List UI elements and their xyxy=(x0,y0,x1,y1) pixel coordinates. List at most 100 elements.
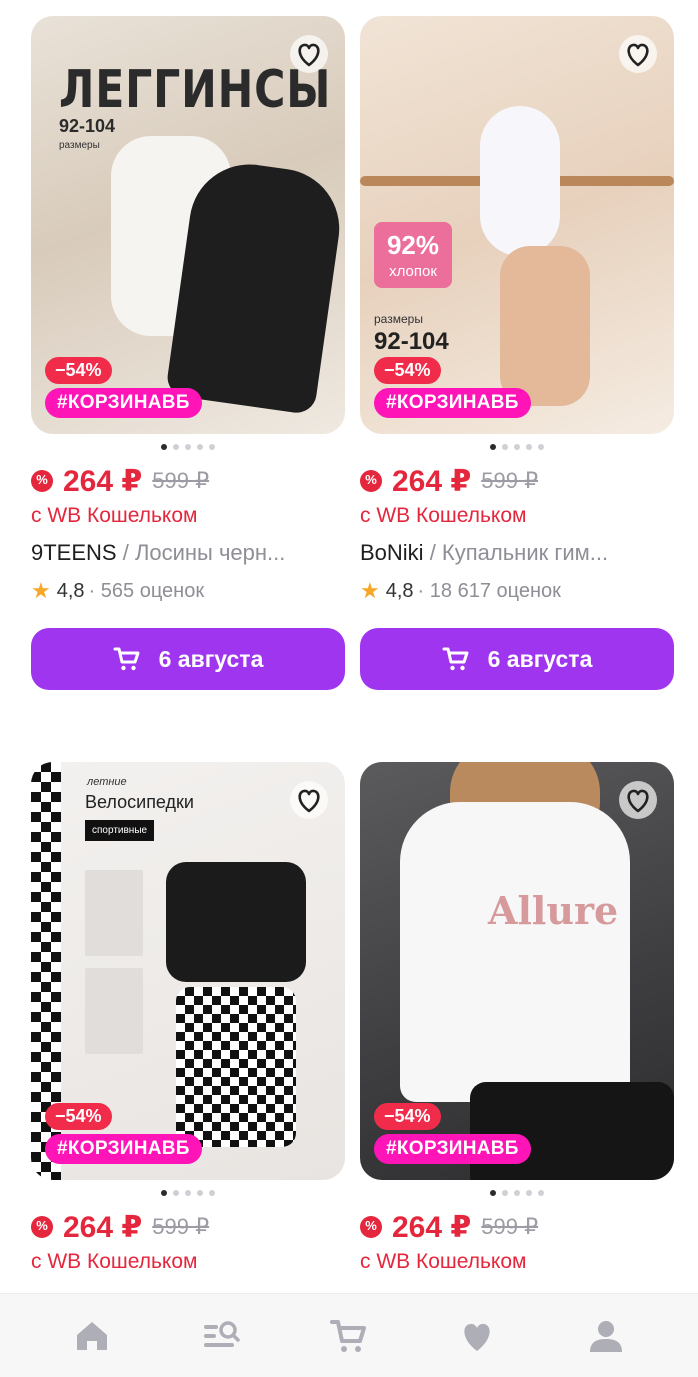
delivery-date: 6 августа xyxy=(158,645,264,672)
pager-dot xyxy=(490,444,496,450)
discount-badge: −54% xyxy=(374,357,441,384)
promo-badge: #КОРЗИНАВБ xyxy=(374,388,531,418)
image-sizes-label: размеры xyxy=(374,312,423,326)
promo-badge: #КОРЗИНАВБ xyxy=(45,388,202,418)
price: 264 ₽ xyxy=(392,464,472,498)
image-summer-label: летние xyxy=(87,776,127,788)
nav-profile[interactable] xyxy=(576,1306,636,1366)
pager-dot xyxy=(185,444,191,450)
pager-dot xyxy=(502,1190,508,1196)
cotton-percent: 92% xyxy=(386,230,440,260)
cart-icon xyxy=(113,647,140,671)
reviews-text: 565 оценок xyxy=(100,579,205,602)
wallet-discount-icon xyxy=(31,470,53,492)
nav-favorites[interactable] xyxy=(447,1306,507,1366)
pager-dot xyxy=(514,1190,520,1196)
wallet-note: с WB Кошельком xyxy=(31,1250,198,1273)
favorite-heart-icon[interactable] xyxy=(289,34,329,74)
pager-dot xyxy=(538,1190,544,1196)
mini-photo xyxy=(85,870,143,956)
pager-dot xyxy=(185,1190,191,1196)
wallet-note: с WB Кошельком xyxy=(360,1250,527,1273)
badges: −54% #КОРЗИНАВБ xyxy=(374,1103,531,1164)
product-photo[interactable]: летние Велосипедки спортивные −54% #КОРЗ… xyxy=(31,762,345,1180)
wallet-discount-icon xyxy=(360,1216,382,1238)
image-title: Велосипедки xyxy=(85,792,194,812)
image-tag: спортивные xyxy=(85,820,155,841)
old-price: 599 ₽ xyxy=(152,468,210,493)
favorite-heart-icon[interactable] xyxy=(618,780,658,820)
discount-badge: −54% xyxy=(374,1103,441,1130)
image-pager xyxy=(360,444,674,452)
pager-dot xyxy=(173,444,179,450)
image-sizes-label: размеры xyxy=(59,140,100,151)
product-card[interactable]: Allure −54% #КОРЗИНАВБ 264 ₽ 599 ₽ с WB … xyxy=(360,762,674,1274)
pager-dot xyxy=(161,444,167,450)
model-top xyxy=(166,862,306,982)
image-pager xyxy=(360,1190,674,1198)
home-icon xyxy=(77,1321,108,1350)
price: 264 ₽ xyxy=(63,1210,143,1244)
brand: BoNiki xyxy=(360,540,424,565)
cotton-badge: 92% хлопок xyxy=(374,222,452,288)
nav-home[interactable] xyxy=(62,1306,122,1366)
rating-value: 4,8 xyxy=(56,579,85,602)
price: 264 ₽ xyxy=(63,464,143,498)
price: 264 ₽ xyxy=(392,1210,472,1244)
product-photo[interactable]: ЛЕГГИНСЫ 92-104 размеры −54% #КОРЗИНАВБ xyxy=(31,16,345,434)
old-price: 599 ₽ xyxy=(152,1214,210,1239)
pager-dot xyxy=(514,444,520,450)
discount-badge: −54% xyxy=(45,1103,112,1130)
favorite-heart-icon[interactable] xyxy=(289,780,329,820)
price-row: 264 ₽ 599 ₽ xyxy=(360,464,674,498)
cart-icon xyxy=(329,1319,366,1352)
catalog-search-icon xyxy=(203,1320,240,1347)
nav-cart[interactable] xyxy=(319,1306,379,1366)
nav-catalog[interactable] xyxy=(191,1306,251,1366)
badges: −54% #КОРЗИНАВБ xyxy=(45,357,202,418)
product-name[interactable]: 9TEENS / Лосины черн... xyxy=(31,540,345,566)
pager-dot xyxy=(502,444,508,450)
old-price: 599 ₽ xyxy=(481,1214,539,1239)
product-title: Лосины черн... xyxy=(134,540,286,565)
cart-icon xyxy=(442,647,469,671)
wallet-discount-icon xyxy=(360,470,382,492)
add-to-cart-button[interactable]: 6 августа xyxy=(360,628,674,690)
pager-dot xyxy=(197,1190,203,1196)
bottom-navigation xyxy=(0,1293,698,1377)
cotton-label: хлопок xyxy=(389,263,437,280)
favorite-heart-icon[interactable] xyxy=(618,34,658,74)
price-row: 264 ₽ 599 ₽ xyxy=(31,1210,345,1244)
product-card[interactable]: 92% хлопок размеры 92-104 −54% #КОРЗИНАВ… xyxy=(360,16,674,690)
pager-dot xyxy=(173,1190,179,1196)
discount-badge: −54% xyxy=(45,357,112,384)
pager-dot xyxy=(197,444,203,450)
add-to-cart-button[interactable]: 6 августа xyxy=(31,628,345,690)
product-card[interactable]: летние Велосипедки спортивные −54% #КОРЗ… xyxy=(31,762,345,1274)
wallet-note: с WB Кошельком xyxy=(31,504,198,527)
badges: −54% #КОРЗИНАВБ xyxy=(45,1103,202,1164)
product-title: Купальник гим... xyxy=(441,540,609,565)
mini-photo xyxy=(85,968,143,1054)
star-icon: ★ xyxy=(31,578,51,603)
image-pager xyxy=(31,1190,345,1198)
product-photo[interactable]: Allure −54% #КОРЗИНАВБ xyxy=(360,762,674,1180)
favorites-icon xyxy=(464,1323,491,1351)
promo-badge: #КОРЗИНАВБ xyxy=(374,1134,531,1164)
price-row: 264 ₽ 599 ₽ xyxy=(360,1210,674,1244)
wallet-discount-icon xyxy=(31,1216,53,1238)
product-photo[interactable]: 92% хлопок размеры 92-104 −54% #КОРЗИНАВ… xyxy=(360,16,674,434)
promo-badge: #КОРЗИНАВБ xyxy=(45,1134,202,1164)
reviews-text: 18 617 оценок xyxy=(429,579,561,602)
product-card[interactable]: ЛЕГГИНСЫ 92-104 размеры −54% #КОРЗИНАВБ … xyxy=(31,16,345,690)
image-sizes: 92-104 xyxy=(59,116,116,136)
pager-dot xyxy=(161,1190,167,1196)
product-name[interactable]: BoNiki / Купальник гим... xyxy=(360,540,674,566)
pager-dot xyxy=(209,1190,215,1196)
pager-dot xyxy=(526,1190,532,1196)
rating-value: 4,8 xyxy=(385,579,414,602)
star-icon: ★ xyxy=(360,578,380,603)
reviews-count: · 565 оценок xyxy=(88,579,205,602)
brand: 9TEENS xyxy=(31,540,117,565)
rating-row: ★ 4,8 · 18 617 оценок xyxy=(360,578,674,604)
